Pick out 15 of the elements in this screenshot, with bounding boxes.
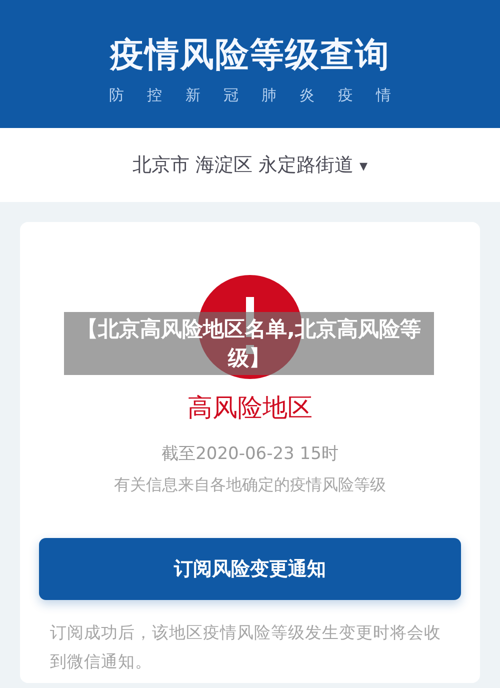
subtitle-character: 肺 <box>262 86 277 105</box>
subtitle-character: 防 <box>109 86 124 105</box>
location-selector[interactable]: 北京市 海淀区 永定路街道 ▾ <box>126 151 374 179</box>
page-title: 疫情风险等级查询 <box>110 34 390 77</box>
risk-level-label: 高风险地区 <box>188 392 312 424</box>
source-note: 有关信息来自各地确定的疫情风险等级 <box>114 475 386 496</box>
update-time: 截至2020-06-23 15时 <box>162 443 338 465</box>
subtitle-character: 新 <box>185 86 200 105</box>
subtitle-character: 冠 <box>223 86 238 105</box>
subscribe-note: 订阅成功后，该地区疫情风险等级发生变更时将会收到微信通知。 <box>50 622 442 673</box>
subscribe-button[interactable]: 订阅风险变更通知 <box>39 538 461 600</box>
subtitle-character: 控 <box>147 86 162 105</box>
subtitle-character: 疫 <box>338 86 353 105</box>
subtitle-character: 炎 <box>300 86 315 105</box>
subtitle-character: 情 <box>376 86 391 105</box>
